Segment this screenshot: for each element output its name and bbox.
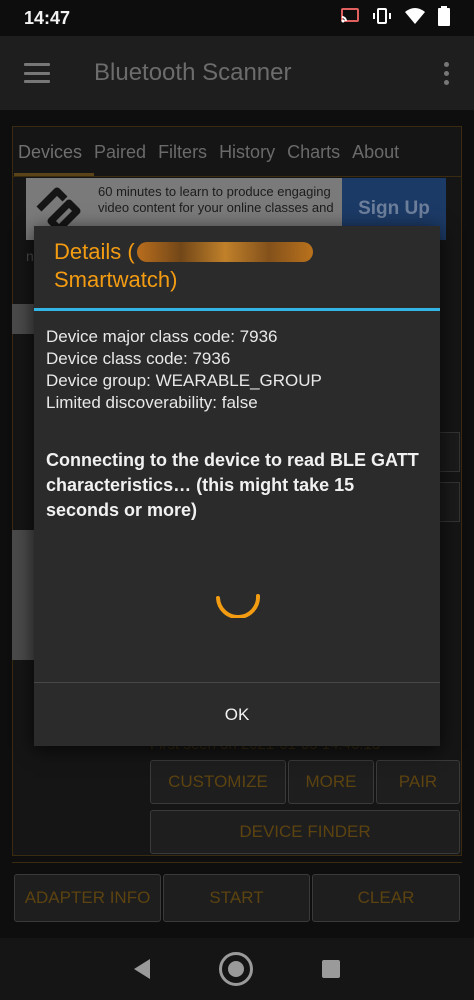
background-text-left: n: [26, 248, 34, 264]
vibrate-icon: [372, 7, 392, 30]
hamburger-menu-icon[interactable]: [24, 63, 50, 83]
limited-discoverability: Limited discoverability: false: [46, 393, 258, 412]
details-dialog: Details ( Smartwatch) Device major class…: [34, 226, 440, 746]
dialog-title-divider: [34, 308, 440, 311]
home-icon[interactable]: [218, 952, 253, 986]
wifi-icon: [404, 7, 426, 30]
background-button-edge: [440, 482, 460, 522]
device-info-list: Device major class code: 7936 Device cla…: [46, 326, 322, 414]
tab-divider: [12, 176, 462, 177]
app-bar: Bluetooth Scanner: [0, 36, 474, 110]
class-code: Device class code: 7936: [46, 349, 231, 368]
start-button[interactable]: START: [163, 874, 310, 922]
customize-button[interactable]: CUSTOMIZE: [150, 760, 286, 804]
status-time: 14:47: [24, 7, 71, 28]
clear-button[interactable]: CLEAR: [312, 874, 460, 922]
battery-icon: [438, 5, 450, 31]
device-finder-button[interactable]: DEVICE FINDER: [150, 810, 460, 854]
tab-about[interactable]: About: [346, 142, 405, 163]
tab-filters[interactable]: Filters: [152, 142, 213, 163]
major-class-code: Device major class code: 7936: [46, 327, 278, 346]
tab-devices[interactable]: Devices: [12, 142, 88, 163]
redacted-device-name: [136, 242, 313, 262]
adapter-info-button[interactable]: ADAPTER INFO: [14, 874, 161, 922]
tab-bar: Devices Paired Filters History Charts Ab…: [12, 130, 462, 174]
back-icon[interactable]: [134, 959, 151, 979]
recent-apps-icon[interactable]: [321, 960, 340, 978]
tab-paired[interactable]: Paired: [88, 142, 152, 163]
tab-charts[interactable]: Charts: [281, 142, 346, 163]
overflow-menu-icon[interactable]: [444, 61, 450, 85]
ok-button[interactable]: OK: [34, 683, 440, 746]
connecting-status-text: Connecting to the device to read BLE GAT…: [46, 450, 419, 520]
bottom-divider: [12, 862, 462, 863]
dialog-title-prefix: Details (: [54, 239, 135, 264]
background-button-edge: [440, 432, 460, 472]
loading-spinner-icon: [216, 594, 261, 618]
navigation-bar: [0, 938, 474, 1000]
device-group: Device group: WEARABLE_GROUP: [46, 371, 322, 390]
device-item-thumbnail: [12, 304, 36, 334]
dialog-title-suffix: Smartwatch): [54, 267, 178, 292]
status-icons: [340, 5, 450, 31]
dialog-title: Details ( Smartwatch): [54, 238, 424, 294]
tab-history[interactable]: History: [213, 142, 281, 163]
device-item-image: [12, 530, 36, 660]
status-bar: 14:47: [0, 0, 474, 36]
app-title: Bluetooth Scanner: [94, 59, 292, 86]
more-button[interactable]: MORE: [288, 760, 374, 804]
pair-button[interactable]: PAIR: [376, 760, 460, 804]
cast-icon: [340, 7, 360, 30]
